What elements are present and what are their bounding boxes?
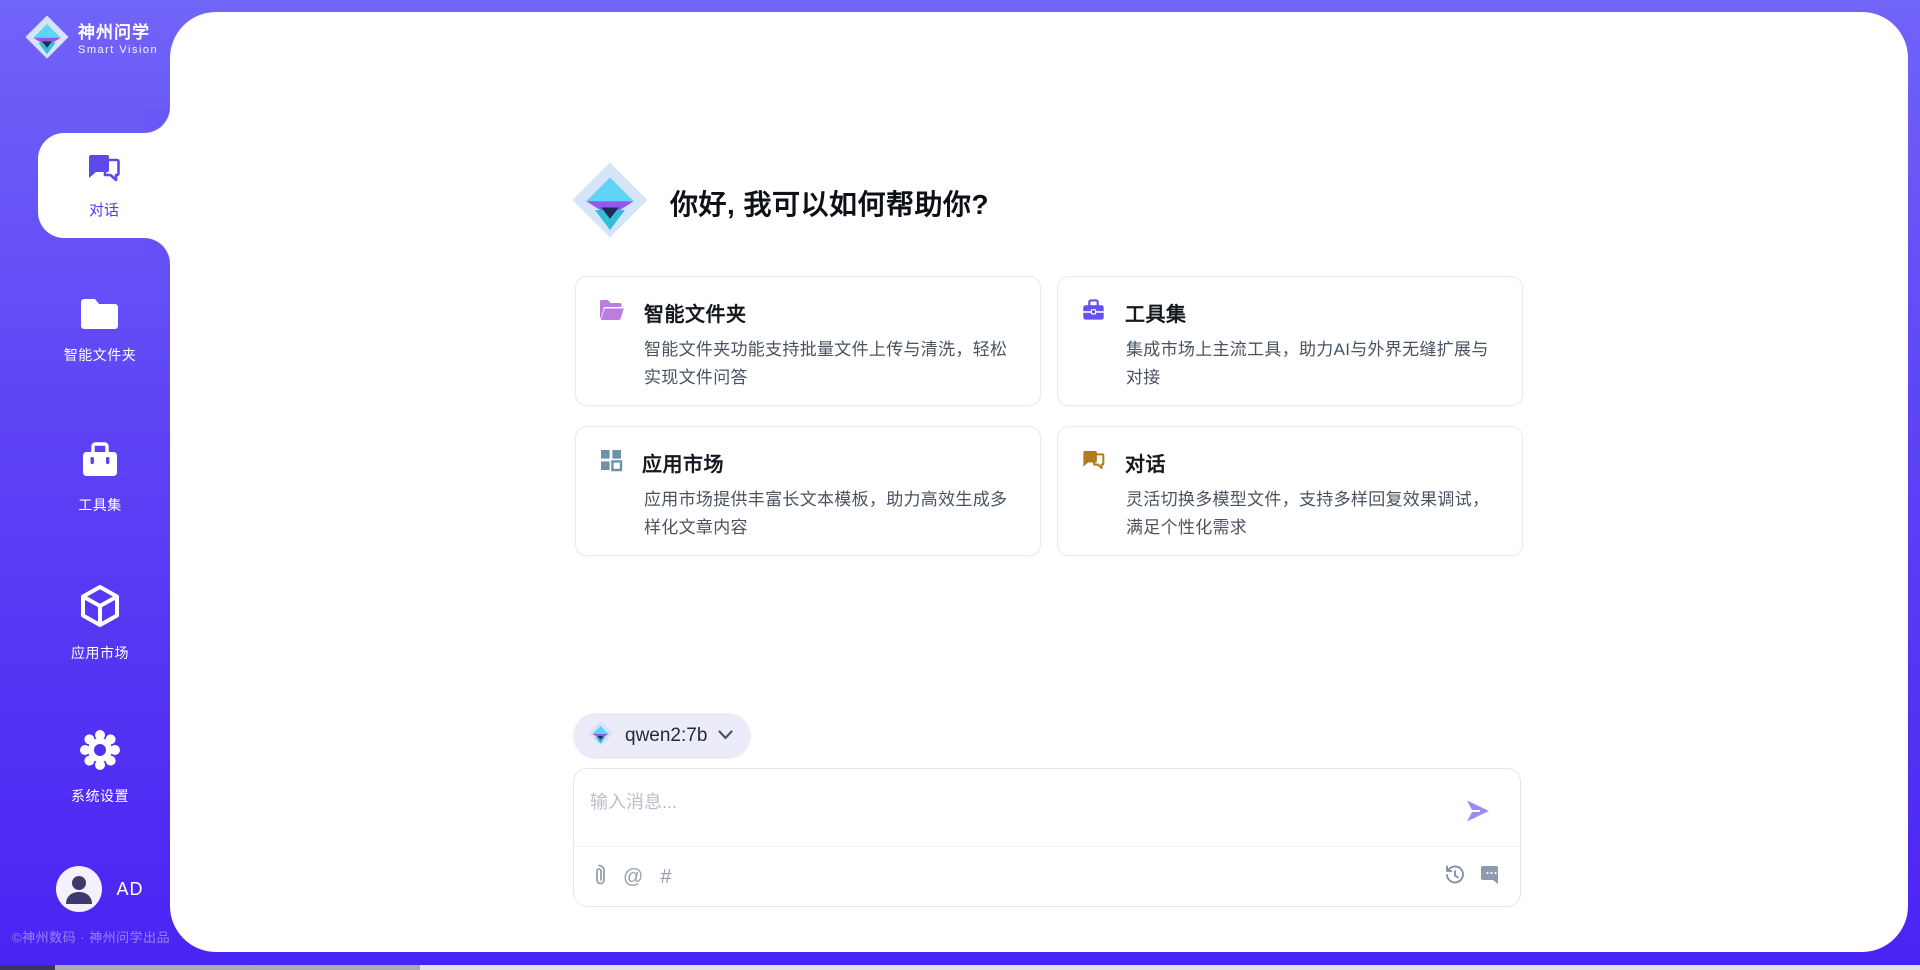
- history-icon[interactable]: [1444, 864, 1466, 890]
- card-toolset[interactable]: 工具集 集成市场上主流工具，助力AI与外界无缝扩展与对接: [1057, 276, 1523, 406]
- sidebar-item-chat[interactable]: 对话: [38, 133, 170, 238]
- brand-logo: 神州问学 Smart Vision: [24, 14, 158, 65]
- brand-name: 神州问学: [78, 23, 158, 43]
- card-title: 智能文件夹: [644, 298, 747, 327]
- sidebar-item-label: 工具集: [78, 495, 122, 515]
- feedback-icon[interactable]: [1480, 865, 1502, 889]
- chat-bubbles-icon: [1081, 449, 1106, 477]
- person-icon: [56, 866, 102, 912]
- card-description: 集成市场上主流工具，助力AI与外界无缝扩展与对接: [1126, 336, 1500, 391]
- sidebar-item-settings[interactable]: 系统设置: [30, 729, 170, 806]
- toolbox-icon: [80, 440, 120, 485]
- model-name: qwen2:7b: [625, 725, 707, 747]
- sidebar-item-label: 系统设置: [71, 786, 129, 806]
- user-profile[interactable]: AD: [30, 866, 170, 912]
- card-smart-folder[interactable]: 智能文件夹 智能文件夹功能支持批量文件上传与清洗，轻松实现文件问答: [575, 276, 1041, 406]
- brand-diamond-icon: [24, 14, 70, 65]
- scrollbar-corner: [0, 965, 55, 970]
- send-icon[interactable]: [1464, 797, 1492, 825]
- brand-diamond-icon: [587, 720, 614, 752]
- copyright: ©神州数码 · 神州问学出品: [12, 927, 202, 946]
- user-initials: AD: [116, 879, 143, 900]
- sidebar-item-label: 智能文件夹: [64, 345, 137, 365]
- folder-open-icon: [599, 299, 625, 326]
- app-window: 神州问学 Smart Vision 对话 智能文件夹: [0, 0, 1920, 970]
- attach-icon[interactable]: [592, 864, 606, 890]
- model-selector[interactable]: qwen2:7b: [573, 713, 751, 759]
- chat-bubbles-icon: [86, 152, 122, 191]
- composer-toolbar: @ #: [574, 847, 1520, 906]
- mention-icon[interactable]: @: [623, 867, 643, 887]
- card-description: 灵活切换多模型文件，支持多样回复效果调试，满足个性化需求: [1126, 486, 1500, 541]
- cube-icon: [79, 584, 121, 633]
- toolbox-icon: [1081, 298, 1106, 327]
- greeting-title: 你好, 我可以如何帮助你?: [670, 183, 989, 223]
- card-description: 应用市场提供丰富长文本模板，助力高效生成多样化文章内容: [644, 486, 1018, 541]
- card-title: 工具集: [1125, 298, 1187, 327]
- message-composer: @ #: [573, 768, 1521, 907]
- chevron-down-icon: [718, 727, 733, 745]
- sidebar-item-toolset[interactable]: 工具集: [30, 440, 170, 515]
- sidebar-item-app-market[interactable]: 应用市场: [30, 584, 170, 663]
- avatar: [56, 866, 102, 912]
- main-panel: 你好, 我可以如何帮助你? 智能文件夹 智能文件夹功能支持批量文件上传与清洗，轻…: [170, 12, 1908, 952]
- feature-cards: 智能文件夹 智能文件夹功能支持批量文件上传与清洗，轻松实现文件问答 工具集: [575, 276, 1523, 556]
- sidebar: 神州问学 Smart Vision 对话 智能文件夹: [0, 0, 170, 970]
- card-chat[interactable]: 对话 灵活切换多模型文件，支持多样回复效果调试，满足个性化需求: [1057, 426, 1523, 556]
- card-title: 应用市场: [642, 448, 724, 477]
- brand-tagline: Smart Vision: [78, 44, 158, 56]
- card-app-market[interactable]: 应用市场 应用市场提供丰富长文本模板，助力高效生成多样化文章内容: [575, 426, 1041, 556]
- brand-diamond-icon: [570, 160, 650, 245]
- sidebar-item-label: 应用市场: [71, 643, 129, 663]
- sidebar-item-label: 对话: [89, 199, 119, 220]
- hashtag-icon[interactable]: #: [660, 867, 671, 887]
- message-input[interactable]: [590, 782, 1450, 822]
- greeting-block: 你好, 我可以如何帮助你?: [570, 160, 989, 245]
- horizontal-scrollbar[interactable]: [0, 965, 1920, 970]
- card-description: 智能文件夹功能支持批量文件上传与清洗，轻松实现文件问答: [644, 336, 1018, 391]
- card-title: 对话: [1125, 448, 1166, 477]
- sidebar-item-smart-folder[interactable]: 智能文件夹: [30, 296, 170, 365]
- folder-icon: [80, 296, 120, 335]
- gear-icon: [79, 729, 121, 776]
- grid-icon: [599, 448, 623, 477]
- scrollbar-thumb[interactable]: [55, 965, 420, 970]
